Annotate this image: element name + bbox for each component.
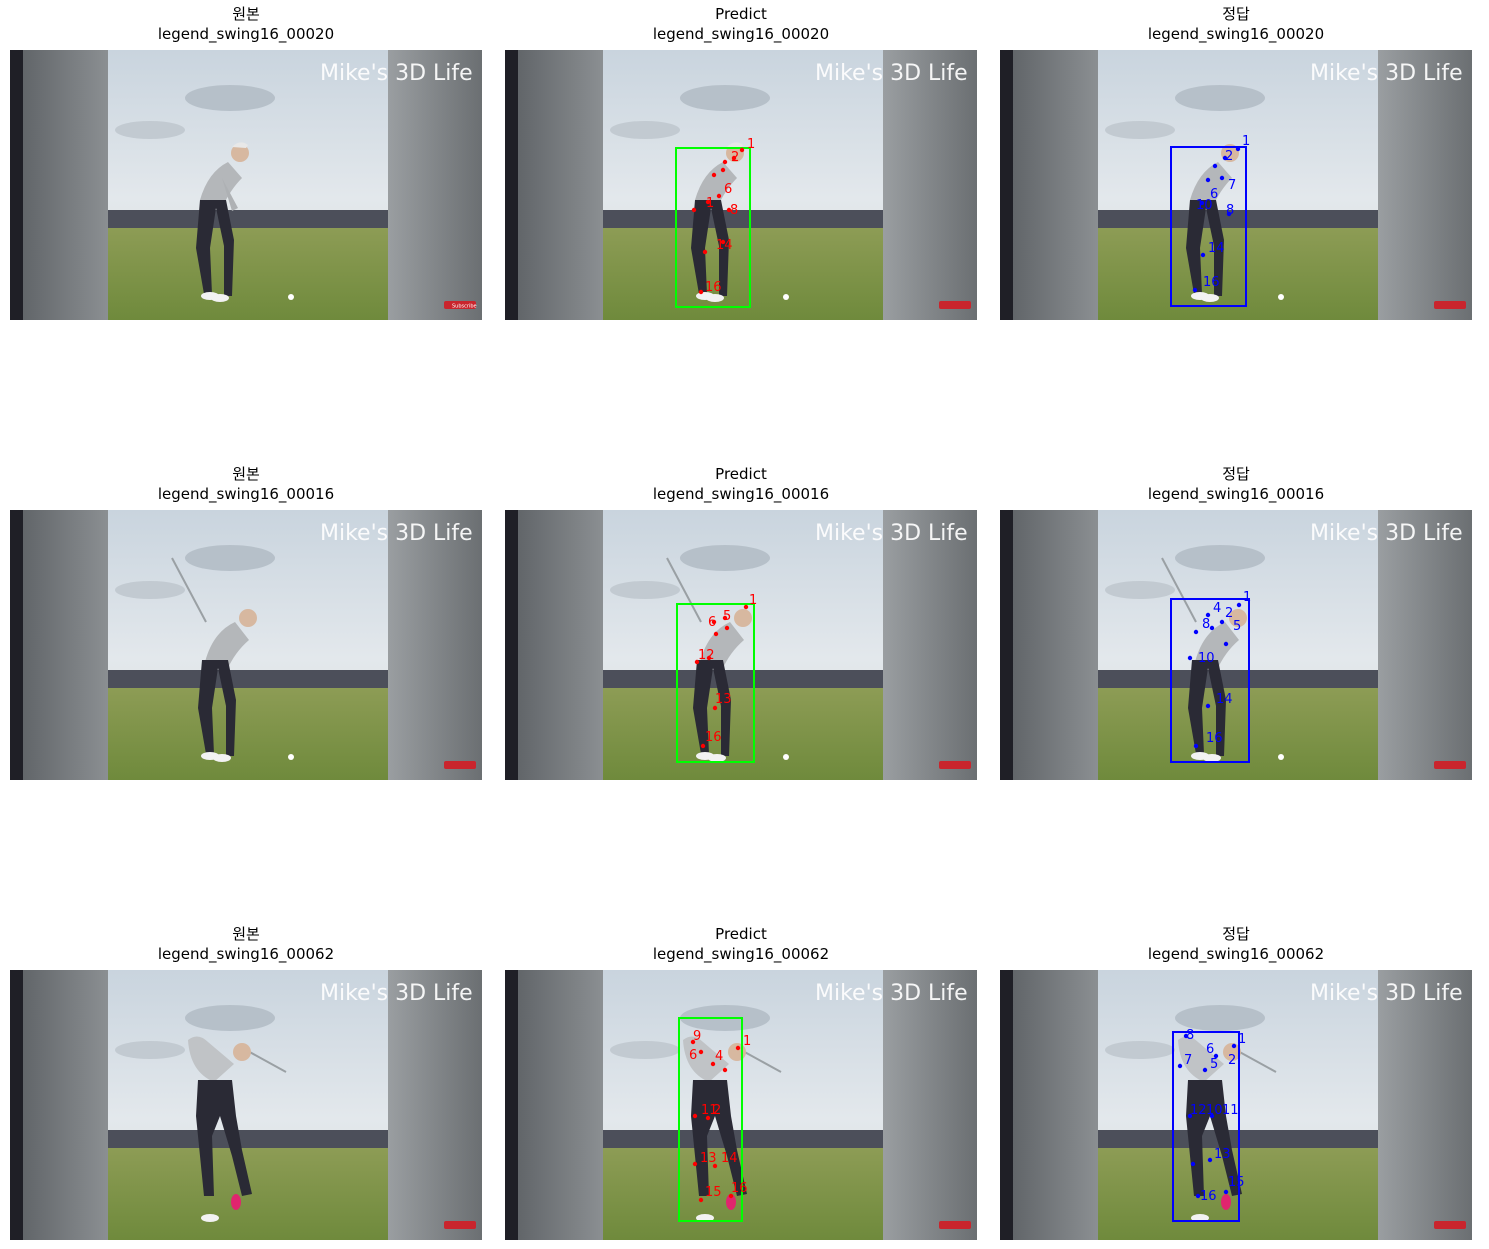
svg-text:1: 1 <box>1242 134 1250 149</box>
golf-swing-image: Mike's 3D Life 1 86 7 52 12 10 11 13 15 16 <box>1000 970 1472 1240</box>
svg-text:13: 13 <box>1214 1147 1231 1162</box>
panel-subtitle: legend_swing16_00016 <box>652 485 830 503</box>
svg-text:14: 14 <box>721 1151 738 1166</box>
watermark: Mike's 3D Life <box>1310 521 1463 546</box>
svg-text:7: 7 <box>1184 1053 1192 1068</box>
svg-text:16: 16 <box>1203 275 1220 290</box>
watermark: Mike's 3D Life <box>320 981 473 1006</box>
svg-text:16: 16 <box>1206 731 1223 746</box>
panel-title: 정답 <box>1222 465 1250 483</box>
panel-title: 원본 <box>232 5 260 23</box>
svg-text:16: 16 <box>705 730 722 745</box>
svg-text:8: 8 <box>1186 1028 1194 1043</box>
svg-text:10: 10 <box>1198 651 1215 666</box>
panel-answer-row1: 정답 legend_swing16_00020 Mike's 3D Life 1… <box>1000 5 1472 325</box>
panel-subtitle: legend_swing16_00020 <box>652 25 830 43</box>
golf-swing-image: Mike's 3D Life 1 56 12 13 16 <box>505 510 977 780</box>
watermark: Mike's 3D Life <box>1310 981 1463 1006</box>
svg-text:16: 16 <box>1200 1189 1217 1204</box>
panel-answer-row2: 정답 legend_swing16_00016 Mike's 3D Life 1… <box>1000 465 1472 785</box>
svg-text:2: 2 <box>713 1103 721 1118</box>
svg-text:1: 1 <box>1243 590 1251 605</box>
svg-text:8: 8 <box>730 203 738 218</box>
svg-text:8: 8 <box>1226 203 1234 218</box>
watermark: Mike's 3D Life <box>815 981 968 1006</box>
svg-text:6: 6 <box>1206 1042 1214 1057</box>
svg-text:12: 12 <box>1190 1103 1207 1118</box>
svg-text:1: 1 <box>706 196 714 211</box>
svg-text:12: 12 <box>698 648 715 663</box>
panel-subtitle: legend_swing16_00020 <box>1147 25 1325 43</box>
svg-text:6: 6 <box>724 182 732 197</box>
panel-predict-row1: Predict legend_swing16_00020 Mike's 3D L… <box>505 5 977 325</box>
svg-text:1: 1 <box>1238 1032 1246 1047</box>
golf-swing-image: Mike's 3D Life <box>10 970 482 1240</box>
panel-subtitle: legend_swing16_00062 <box>1147 945 1325 963</box>
panel-subtitle: legend_swing16_00016 <box>157 485 335 503</box>
golf-swing-image: Mike's 3D Life 142 8 5 10 14 16 <box>1000 510 1472 780</box>
panel-title: 원본 <box>232 925 260 943</box>
svg-text:10: 10 <box>1206 1103 1223 1118</box>
svg-text:1: 1 <box>747 137 755 152</box>
svg-text:4: 4 <box>715 1049 723 1064</box>
svg-text:7: 7 <box>1228 178 1236 193</box>
golf-swing-image: Mike's 3D Life 196 4 11 2 13 14 15 16 <box>505 970 977 1240</box>
panel-subtitle: legend_swing16_00062 <box>157 945 335 963</box>
svg-text:5: 5 <box>1233 619 1241 634</box>
golf-swing-image: Mike's 3D Life Subscribe <box>10 50 482 320</box>
panel-answer-row3: 정답 legend_swing16_00062 Mike's 3D Life 1… <box>1000 925 1472 1245</box>
svg-text:16: 16 <box>705 280 722 295</box>
watermark: Mike's 3D Life <box>815 521 968 546</box>
svg-text:2: 2 <box>731 150 739 165</box>
golf-swing-image: Mike's 3D Life 126 1 8 14 16 <box>505 50 977 320</box>
svg-text:15: 15 <box>705 1185 722 1200</box>
svg-text:5: 5 <box>723 609 731 624</box>
svg-text:6: 6 <box>708 615 716 630</box>
panel-title: 정답 <box>1222 925 1250 943</box>
svg-text:2: 2 <box>1228 1053 1236 1068</box>
panel-subtitle: legend_swing16_00062 <box>652 945 830 963</box>
svg-text:11: 11 <box>1222 1103 1239 1118</box>
svg-text:4: 4 <box>1213 601 1221 616</box>
svg-text:14: 14 <box>1216 692 1233 707</box>
panel-title: Predict <box>715 925 767 943</box>
panel-subtitle: legend_swing16_00020 <box>157 25 335 43</box>
panel-original-row1: 원본 legend_swing16_00020 Mike's 3D Life S… <box>10 5 482 325</box>
panel-title: 정답 <box>1222 5 1250 23</box>
golf-swing-image: Mike's 3D Life 127 6 10 8 14 16 <box>1000 50 1472 320</box>
panel-title: Predict <box>715 465 767 483</box>
panel-predict-row2: Predict legend_swing16_00016 Mike's 3D L… <box>505 465 977 785</box>
svg-text:5: 5 <box>1210 1057 1218 1072</box>
panel-title: 원본 <box>232 465 260 483</box>
svg-text:14: 14 <box>1208 241 1225 256</box>
svg-text:6: 6 <box>689 1048 697 1063</box>
watermark: Mike's 3D Life <box>320 61 473 86</box>
panel-predict-row3: Predict legend_swing16_00062 Mike's 3D L… <box>505 925 977 1245</box>
panel-subtitle: legend_swing16_00016 <box>1147 485 1325 503</box>
svg-text:13: 13 <box>715 692 732 707</box>
svg-text:16: 16 <box>731 1181 748 1196</box>
svg-text:13: 13 <box>700 1151 717 1166</box>
svg-text:1: 1 <box>743 1034 751 1049</box>
watermark: Mike's 3D Life <box>1310 61 1463 86</box>
svg-text:15: 15 <box>1228 1175 1245 1190</box>
svg-text:14: 14 <box>716 238 733 253</box>
svg-text:2: 2 <box>1225 149 1233 164</box>
svg-text:1: 1 <box>749 593 757 608</box>
panel-original-row3: 원본 legend_swing16_00062 Mike's 3D Life <box>10 925 482 1245</box>
subscribe-badge: Subscribe <box>452 304 477 310</box>
svg-text:8: 8 <box>1202 617 1210 632</box>
panel-original-row2: 원본 legend_swing16_00016 Mike's 3D Life <box>10 465 482 785</box>
svg-text:9: 9 <box>693 1029 701 1044</box>
watermark: Mike's 3D Life <box>815 61 968 86</box>
svg-text:10: 10 <box>1196 198 1213 213</box>
panel-title: Predict <box>715 5 767 23</box>
watermark: Mike's 3D Life <box>320 521 473 546</box>
golf-swing-image: Mike's 3D Life <box>10 510 482 780</box>
